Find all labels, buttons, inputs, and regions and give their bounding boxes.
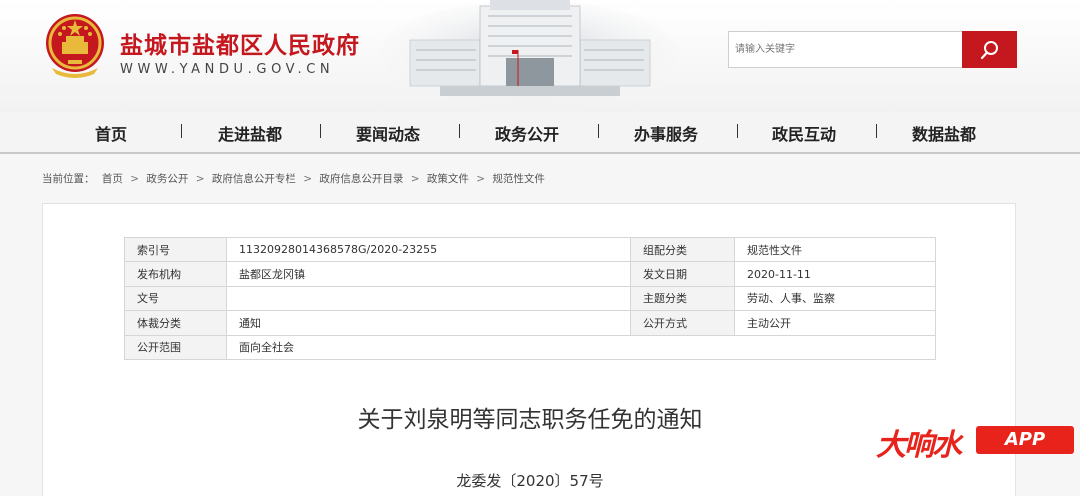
site-url: WWW.YANDU.GOV.CN (120, 62, 335, 77)
breadcrumb-item-policy-documents[interactable]: 政策文件 (427, 173, 469, 185)
site-header: 盐城市盐都区人民政府 WWW.YANDU.GOV.CN (0, 0, 1080, 112)
breadcrumb-item-info-catalog[interactable]: 政府信息公开目录 (319, 173, 403, 185)
app-watermark-logo: 大响水 APP (876, 420, 1076, 464)
nav-item-government-affairs[interactable]: 政务公开 (467, 121, 587, 144)
table-row: 发布机构 盐都区龙冈镇 发文日期 2020-11-11 (124, 261, 936, 287)
meta-label: 文号 (124, 285, 227, 312)
site-title[interactable]: 盐城市盐都区人民政府 (120, 26, 360, 60)
meta-value: 11320928014368578G/2020-23255 (226, 236, 631, 263)
content-panel: 索引号 11320928014368578G/2020-23255 组配分类 规… (42, 203, 1016, 496)
meta-value: 盐都区龙冈镇 (226, 261, 631, 287)
meta-value: 面向全社会 (226, 334, 936, 360)
watermark-text: 大响水 (876, 428, 962, 463)
meta-label: 索引号 (124, 236, 227, 263)
document-number: 龙委发〔2020〕57号 (456, 472, 604, 490)
main-nav: 首页 走进盐都 要闻动态 政务公开 办事服务 政民互动 数据盐都 (0, 112, 1080, 154)
document-title: 关于刘泉明等同志职务任免的通知 (357, 407, 703, 433)
nav-item-data[interactable]: 数据盐都 (884, 121, 1004, 144)
meta-label: 公开范围 (124, 334, 227, 360)
meta-label: 公开方式 (630, 310, 735, 336)
table-row: 文号 主题分类 劳动、人事、监察 (124, 285, 936, 312)
nav-item-services[interactable]: 办事服务 (606, 121, 726, 144)
table-row: 公开范围 面向全社会 (124, 334, 936, 360)
watermark-app-badge: APP (976, 426, 1074, 454)
search-box (728, 31, 1017, 68)
search-icon (980, 40, 998, 59)
meta-value (226, 285, 631, 312)
meta-value: 主动公开 (734, 310, 936, 336)
search-input[interactable] (729, 32, 961, 67)
nav-separator (876, 124, 877, 138)
document-metadata-table: 索引号 11320928014368578G/2020-23255 组配分类 规… (124, 236, 936, 360)
nav-separator (737, 124, 738, 138)
breadcrumb-item-info-column[interactable]: 政府信息公开专栏 (212, 173, 296, 185)
table-row: 体裁分类 通知 公开方式 主动公开 (124, 310, 936, 336)
nav-item-interaction[interactable]: 政民互动 (744, 121, 864, 144)
national-emblem-icon (46, 14, 104, 78)
meta-label: 主题分类 (630, 285, 735, 312)
meta-label: 体裁分类 (124, 310, 227, 336)
breadcrumb-separator: > (303, 173, 312, 185)
meta-label: 组配分类 (630, 236, 735, 263)
meta-value: 规范性文件 (734, 236, 936, 263)
government-building-image (380, 0, 680, 108)
nav-item-about[interactable]: 走进盐都 (190, 121, 310, 144)
breadcrumb-separator: > (130, 173, 139, 185)
meta-value: 通知 (226, 310, 631, 336)
breadcrumb-separator: > (410, 173, 420, 185)
breadcrumb: 当前位置： 首页 > 政务公开 > 政府信息公开专栏 > 政府信息公开目录 > … (42, 171, 549, 186)
breadcrumb-item-normative-documents[interactable]: 规范性文件 (492, 173, 545, 185)
breadcrumb-prefix: 当前位置： (42, 173, 95, 185)
breadcrumb-item-government-affairs[interactable]: 政务公开 (146, 173, 188, 185)
breadcrumb-item-home[interactable]: 首页 (102, 173, 123, 185)
meta-value: 2020-11-11 (734, 261, 936, 287)
breadcrumb-separator: > (195, 173, 205, 185)
meta-label: 发文日期 (630, 261, 735, 287)
meta-value: 劳动、人事、监察 (734, 285, 936, 312)
nav-separator (320, 124, 321, 138)
nav-separator (181, 124, 182, 138)
nav-separator (598, 124, 599, 138)
breadcrumb-separator: > (476, 173, 485, 185)
nav-item-home[interactable]: 首页 (51, 121, 171, 144)
search-button[interactable] (962, 31, 1017, 68)
table-row: 索引号 11320928014368578G/2020-23255 组配分类 规… (124, 236, 936, 263)
nav-separator (459, 124, 460, 138)
nav-item-news[interactable]: 要闻动态 (328, 121, 448, 144)
meta-label: 发布机构 (124, 261, 227, 287)
